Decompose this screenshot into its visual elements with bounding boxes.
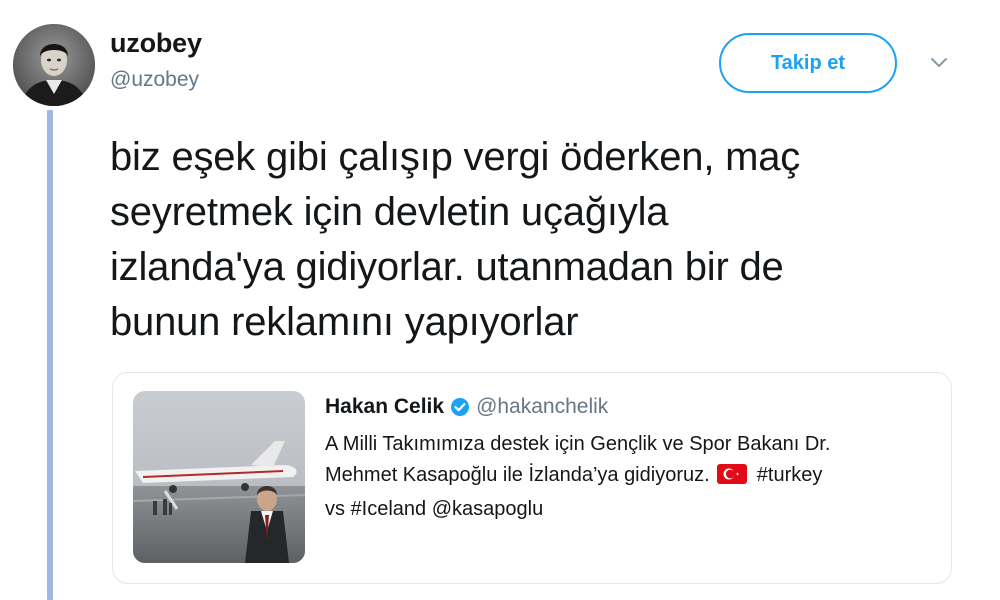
tweet-text-line: seyretmek için devletin uçağıyla <box>110 190 669 234</box>
quoted-text-line: A Milli Takımımıza destek için Gençlik v… <box>325 433 831 455</box>
quoted-text-line: vs #Iceland @kasapoglu <box>325 498 544 520</box>
chevron-down-icon[interactable] <box>928 52 950 74</box>
quoted-tweet-header: Hakan Celik @hakanchelik <box>325 395 608 419</box>
tweet-text-line: biz eşek gibi çalışıp vergi öderken, maç <box>110 135 801 179</box>
avatar[interactable] <box>13 24 95 106</box>
quoted-text-line: Mehmet Kasapoğlu ile İzlanda’ya gidiyoru… <box>325 460 935 494</box>
quoted-text-segment: Mehmet Kasapoğlu ile İzlanda’ya gidiyoru… <box>325 464 710 486</box>
quoted-author-name[interactable]: Hakan Celik <box>325 395 444 419</box>
quoted-tweet-text: A Milli Takımımıza destek için Gençlik v… <box>325 429 935 525</box>
tweet: uzobey @uzobey Takip et biz eşek gibi ça… <box>0 0 1000 600</box>
tweet-text-line: izlanda'ya gidiyorlar. utanmadan bir de <box>110 245 784 289</box>
author-display-name[interactable]: uzobey <box>110 28 202 59</box>
hashtag-turkey[interactable]: #turkey <box>757 464 823 486</box>
quoted-tweet-image[interactable] <box>133 391 305 563</box>
author-handle[interactable]: @uzobey <box>110 68 199 92</box>
quoted-author-handle[interactable]: @hakanchelik <box>476 395 608 419</box>
follow-button[interactable]: Takip et <box>719 33 897 93</box>
tweet-text-line: bunun reklamını yapıyorlar <box>110 300 579 344</box>
turkey-flag-icon <box>717 463 748 494</box>
thread-line <box>47 110 53 600</box>
tweet-text: biz eşek gibi çalışıp vergi öderken, maç… <box>110 130 950 350</box>
verified-badge-icon <box>450 397 470 417</box>
quoted-tweet-card[interactable]: Hakan Celik @hakanchelik A Milli Takımım… <box>112 372 952 584</box>
